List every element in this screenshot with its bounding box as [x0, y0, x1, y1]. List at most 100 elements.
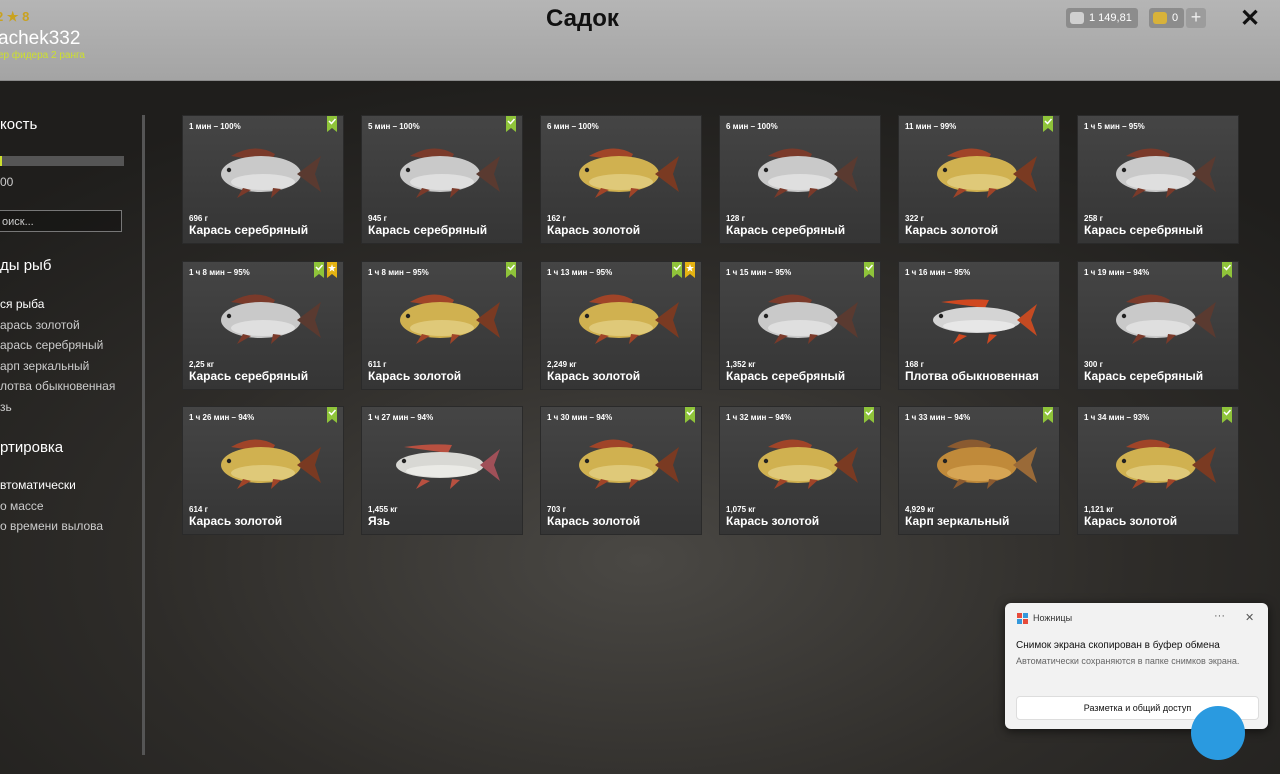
- top-bar: 2 ★ 8 achek332 ер фидера 2 ранга Садок 1…: [0, 0, 1280, 81]
- fish-icon: [1116, 439, 1216, 489]
- fish-card[interactable]: 1 ч 8 мин – 95% 2,25 кг Карась серебряны…: [182, 260, 344, 390]
- catch-time: 1 ч 30 мин – 94%: [547, 413, 613, 422]
- fish-weight: 2,249 кг: [547, 359, 577, 369]
- fish-name: Карась золотой: [547, 514, 641, 528]
- sort-option[interactable]: втоматически: [0, 478, 76, 492]
- fish-name: Карась серебряный: [189, 223, 309, 237]
- fish-card[interactable]: 1 ч 32 мин – 94% 1,075 кг Карась золотой: [719, 406, 881, 535]
- star-badge-icon: [327, 261, 337, 278]
- fish-weight: 2,25 кг: [189, 359, 215, 369]
- fish-card[interactable]: 1 ч 33 мин – 94% 4,929 кг Карп зеркальны…: [898, 406, 1060, 535]
- snip-launcher-button[interactable]: [1191, 706, 1245, 760]
- catch-time: 5 мин – 100%: [368, 122, 420, 131]
- fish-weight: 1,455 кг: [368, 505, 398, 514]
- check-badge-icon: [672, 261, 682, 278]
- check-badge-icon: [327, 116, 337, 132]
- fish-name: Карась золотой: [905, 223, 999, 237]
- fish-name: Карась серебряный: [368, 223, 488, 237]
- fish-weight: 696 г: [189, 214, 208, 223]
- fish-card[interactable]: 1 ч 30 мин – 94% 703 г Карась золотой: [540, 406, 702, 535]
- sort-option[interactable]: о времени вылова: [0, 519, 103, 533]
- check-badge-icon: [1043, 407, 1053, 423]
- fish-name: Карась золотой: [726, 514, 820, 528]
- fish-card[interactable]: 11 мин – 99% 322 г Карась золотой: [898, 115, 1060, 244]
- fish-name: Карась золотой: [1084, 514, 1178, 528]
- fish-icon: [400, 148, 500, 198]
- add-currency-button[interactable]: +: [1186, 8, 1206, 28]
- fish-icon: [579, 293, 679, 344]
- fish-name: Карась серебряный: [1084, 368, 1204, 383]
- more-options-button[interactable]: ···: [1214, 610, 1225, 622]
- fish-card[interactable]: 1 ч 16 мин – 95% 168 г Плотва обыкновенн…: [898, 260, 1060, 390]
- catch-time: 1 ч 27 мин – 94%: [368, 413, 434, 422]
- fish-name: Карась золотой: [547, 368, 641, 383]
- gold-amount: 0: [1172, 12, 1179, 24]
- fish-card[interactable]: 1 ч 34 мин – 93% 1,121 кг Карась золотой: [1077, 406, 1239, 535]
- catch-time: 6 мин – 100%: [547, 122, 599, 131]
- fish-weight: 614 г: [189, 505, 208, 514]
- notification-app-name: Ножницы: [1033, 613, 1073, 623]
- page-title: Садок: [546, 5, 619, 32]
- notification-subtext: Автоматически сохраняются в папке снимко…: [1016, 656, 1240, 666]
- badges: [506, 116, 516, 132]
- catch-time: 1 ч 33 мин – 94%: [905, 413, 971, 422]
- fish-card[interactable]: 1 мин – 100% 696 г Карась серебряный: [182, 115, 344, 244]
- fish-icon: [758, 148, 858, 198]
- search-input[interactable]: оиск...: [0, 210, 122, 232]
- notification-close-button[interactable]: ✕: [1245, 611, 1254, 624]
- species-filter-item[interactable]: ся рыба: [0, 297, 44, 311]
- fish-icon: [396, 444, 500, 489]
- fish-card[interactable]: 1 ч 15 мин – 95% 1,352 кг Карась серебря…: [719, 260, 881, 390]
- fish-icon: [221, 439, 321, 489]
- fish-weight: 322 г: [905, 214, 924, 223]
- species-filter-item[interactable]: арась золотой: [0, 318, 80, 332]
- badges: [864, 261, 874, 278]
- species-filter-item[interactable]: лотва обыкновенная: [0, 379, 115, 393]
- catch-time: 1 ч 34 мин – 93%: [1084, 413, 1150, 422]
- fish-weight: 1,075 кг: [726, 505, 756, 514]
- fish-card[interactable]: 6 мин – 100% 128 г Карась серебряный: [719, 115, 881, 244]
- check-badge-icon: [1043, 116, 1053, 132]
- fish-icon: [221, 148, 321, 198]
- filter-sidebar: [0, 80, 145, 774]
- silver-amount: 1 149,81: [1089, 12, 1132, 24]
- fish-name: Язь: [368, 514, 390, 528]
- fish-card[interactable]: 1 ч 5 мин – 95% 258 г Карась серебряный: [1077, 115, 1239, 244]
- fish-weight: 4,929 кг: [905, 505, 935, 514]
- fish-weight: 168 г: [905, 359, 924, 369]
- badges: [685, 407, 695, 423]
- fish-card[interactable]: 1 ч 8 мин – 95% 611 г Карась золотой: [361, 260, 523, 390]
- fish-weight: 162 г: [547, 214, 566, 223]
- catch-time: 1 мин – 100%: [189, 122, 241, 131]
- fish-card[interactable]: 1 ч 27 мин – 94% 1,455 кг Язь: [361, 406, 523, 535]
- badges: [506, 261, 516, 278]
- fish-card[interactable]: 6 мин – 100% 162 г Карась золотой: [540, 115, 702, 244]
- fish-card[interactable]: 5 мин – 100% 945 г Карась серебряный: [361, 115, 523, 244]
- slider-value: 00: [0, 175, 14, 189]
- fish-card[interactable]: 1 ч 26 мин – 94% 614 г Карась золотой: [182, 406, 344, 535]
- check-badge-icon: [506, 261, 516, 278]
- freshness-slider[interactable]: [0, 156, 124, 166]
- species-filter-item[interactable]: арась серебряный: [0, 338, 103, 352]
- sort-option[interactable]: о массе: [0, 499, 44, 513]
- slider-fill: [0, 156, 2, 166]
- fish-card[interactable]: 1 ч 13 мин – 95% 2,249 кг Карась золотой: [540, 260, 702, 390]
- fish-weight: 703 г: [547, 505, 566, 514]
- catch-time: 1 ч 8 мин – 95%: [189, 267, 250, 277]
- badges: [314, 261, 337, 278]
- fish-icon: [937, 148, 1037, 198]
- close-button[interactable]: ✕: [1240, 4, 1260, 33]
- fish-icon: [758, 439, 858, 489]
- species-filter-item[interactable]: зь: [0, 400, 12, 414]
- catch-time: 11 мин – 99%: [905, 122, 957, 131]
- gold-coin-icon: [1153, 12, 1167, 24]
- scissors-icon: [1017, 613, 1028, 624]
- fish-card[interactable]: 1 ч 19 мин – 94% 300 г Карась серебряный: [1077, 260, 1239, 390]
- check-badge-icon: [506, 116, 516, 132]
- section-sort: ртировка: [0, 439, 64, 456]
- species-filter-item[interactable]: арп зеркальный: [0, 359, 89, 373]
- check-badge-icon: [864, 407, 874, 423]
- star-badge-icon: [685, 261, 695, 278]
- badges: [672, 261, 695, 278]
- badges: [1222, 261, 1232, 278]
